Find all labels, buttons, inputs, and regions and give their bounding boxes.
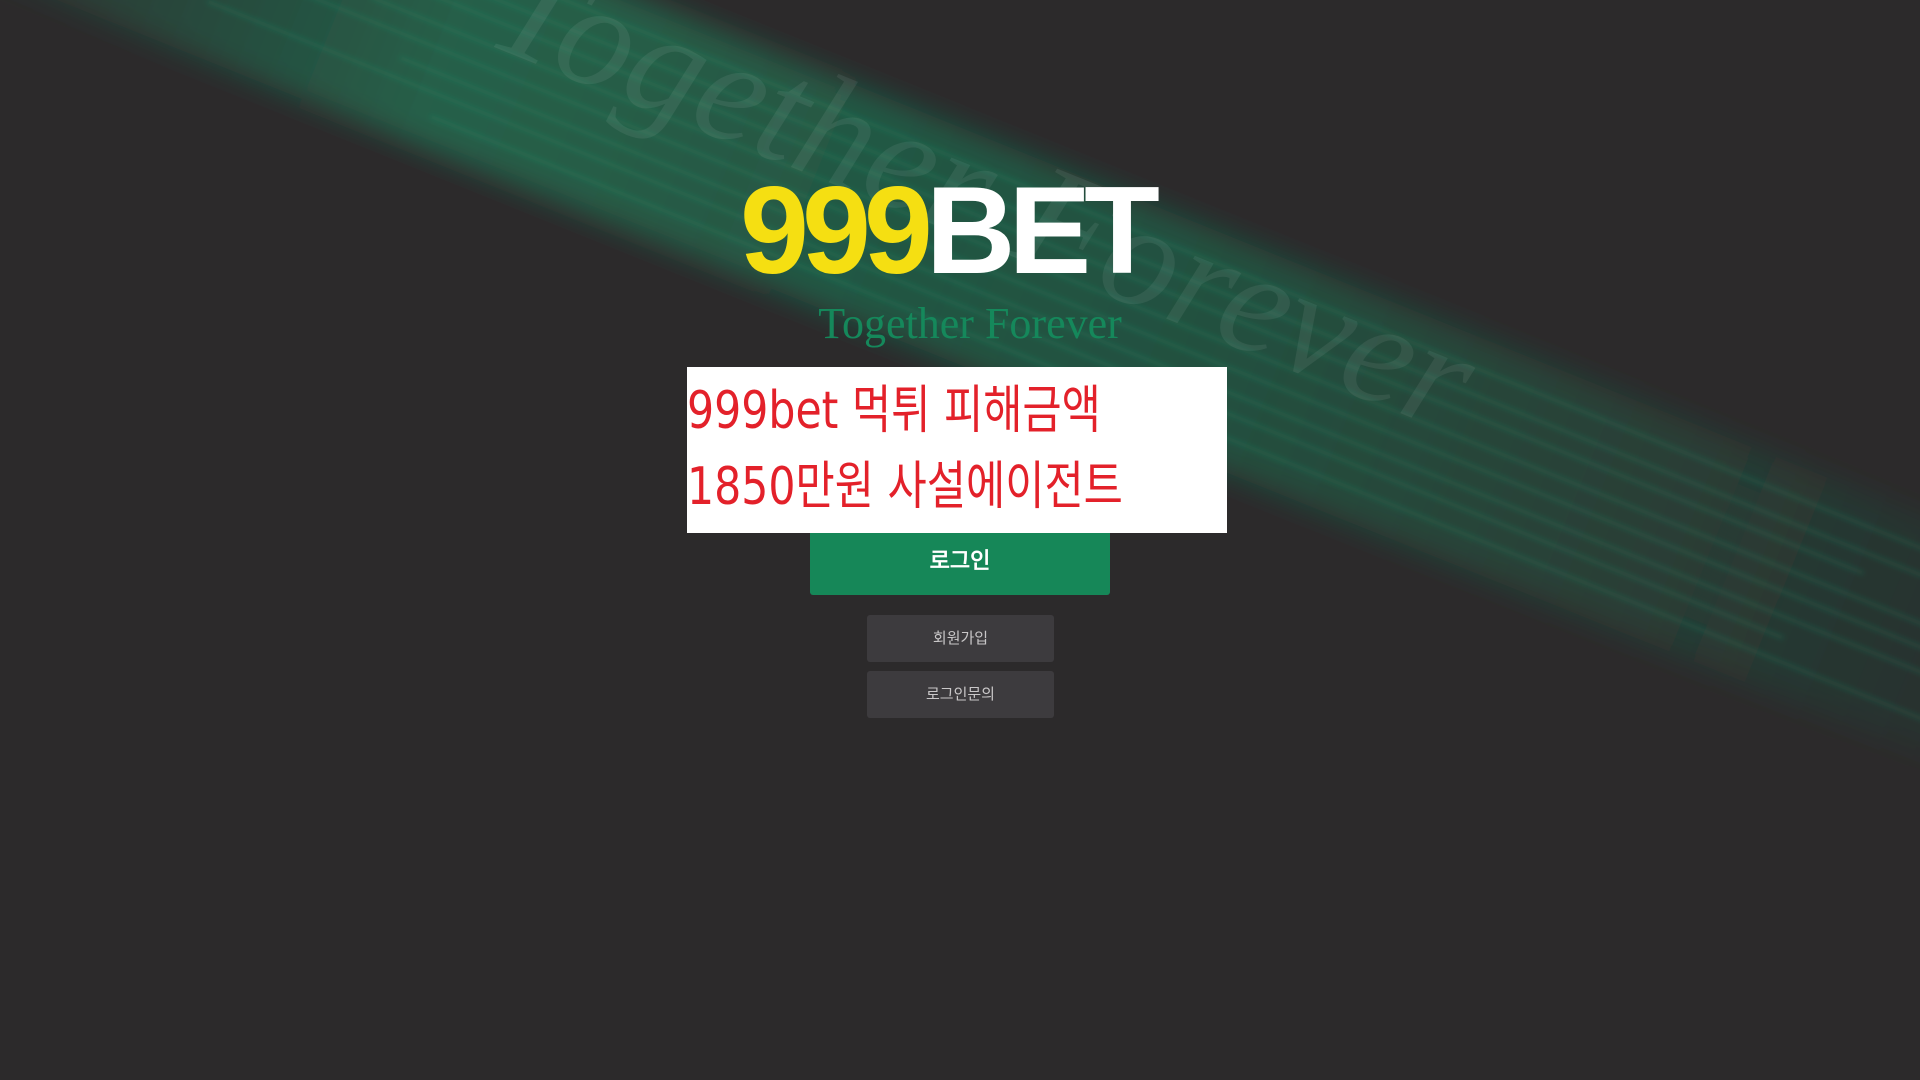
login-button[interactable]: 로그인 — [810, 533, 1110, 595]
login-inquiry-button[interactable]: 로그인문의 — [867, 671, 1054, 718]
logo-word: BET — [925, 162, 1160, 300]
logo-number: 999 — [740, 162, 933, 300]
notice-line-2: 1850만원 사설에이전트 — [687, 457, 1123, 517]
brand-tagline: Together Forever — [818, 299, 1122, 348]
scam-notice-banner: 999bet 먹튀 피해금액 1850만원 사설에이전트 — [687, 367, 1227, 533]
signup-button[interactable]: 회원가입 — [867, 615, 1054, 662]
notice-line-1: 999bet 먹튀 피해금액 — [687, 381, 1101, 441]
login-page: Together Forever 999BET Together Forever… — [0, 0, 1920, 1080]
brand-logo: 999BET — [740, 169, 1180, 293]
